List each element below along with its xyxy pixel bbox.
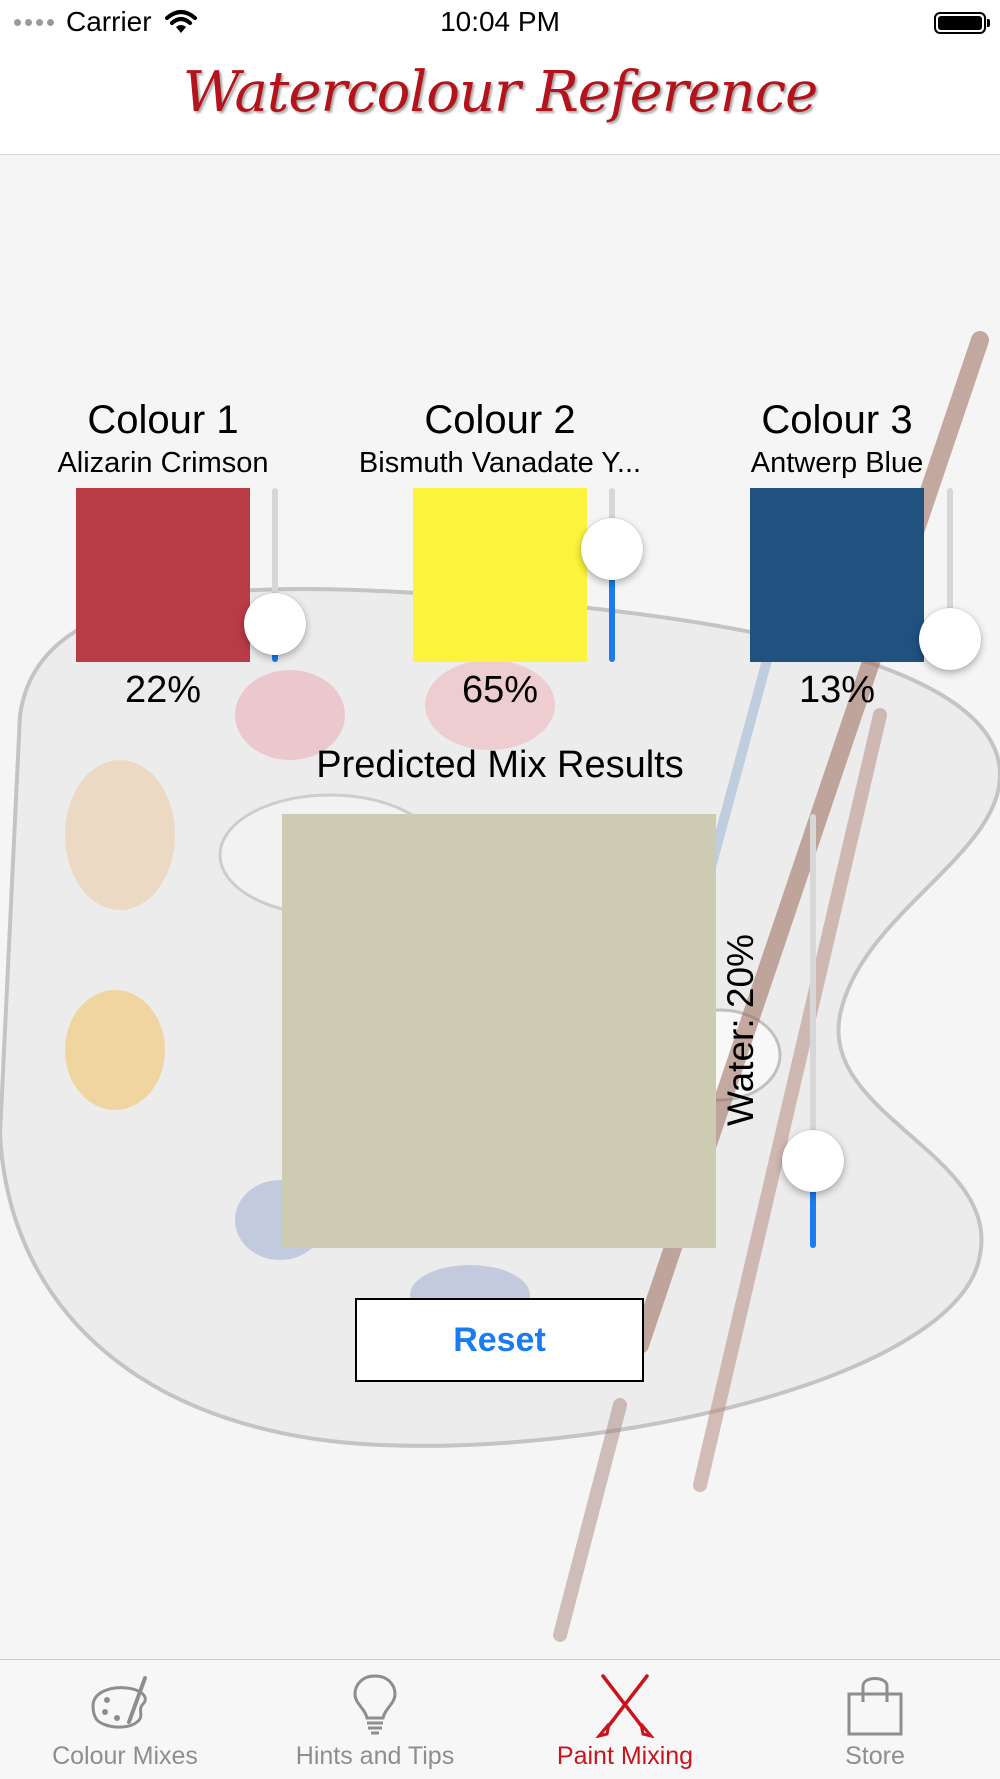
- palette-icon: [91, 1676, 147, 1729]
- crossed-brushes-icon: [595, 1674, 655, 1738]
- tab-label: Paint Mixing: [556, 1742, 694, 1770]
- mix-result-swatch: [282, 814, 716, 1248]
- tab-bar: Colour Mixes Hints and Tips Paint Mixing…: [0, 1659, 1000, 1779]
- colour-2-name[interactable]: Bismuth Vanadate Y...: [335, 447, 665, 480]
- water-slider[interactable]: [782, 814, 844, 1248]
- app-title: Watercolour Reference: [182, 60, 818, 125]
- tab-hints-and-tips[interactable]: Hints and Tips: [250, 1660, 500, 1779]
- tab-label: Store: [845, 1742, 905, 1770]
- colour-1-slider[interactable]: [244, 488, 306, 662]
- tab-colour-mixes[interactable]: Colour Mixes: [0, 1660, 250, 1779]
- tab-label: Colour Mixes: [52, 1742, 198, 1770]
- colour-1-swatch[interactable]: [76, 488, 250, 662]
- lightbulb-icon: [353, 1674, 397, 1735]
- colour-2-slider[interactable]: [581, 488, 643, 662]
- colour-2-percent: 65%: [461, 669, 539, 711]
- reset-button[interactable]: Reset: [355, 1298, 644, 1382]
- clock: 10:04 PM: [440, 6, 560, 37]
- status-bar: Carrier 10:04 PM: [0, 0, 1000, 48]
- tab-store[interactable]: Store: [750, 1660, 1000, 1779]
- slider-thumb[interactable]: [581, 517, 643, 580]
- water-label: Water: 20%: [720, 934, 761, 1126]
- colour-3-slider[interactable]: [919, 488, 981, 671]
- colour-3-swatch[interactable]: [750, 488, 924, 662]
- colour-2-swatch[interactable]: [413, 488, 587, 662]
- colour-1-percent: 22%: [124, 669, 202, 711]
- slider-thumb[interactable]: [919, 608, 981, 671]
- tab-label: Hints and Tips: [295, 1742, 455, 1770]
- colour-3-percent: 13%: [798, 669, 876, 711]
- slider-thumb[interactable]: [244, 592, 306, 655]
- shopping-bag-icon: [847, 1677, 903, 1736]
- app-header: Watercolour Reference: [0, 48, 1000, 155]
- colour-3-name[interactable]: Antwerp Blue: [672, 447, 1000, 480]
- predicted-mix-label: Predicted Mix Results: [316, 744, 684, 786]
- colour-1-name[interactable]: Alizarin Crimson: [0, 447, 328, 480]
- tab-paint-mixing[interactable]: Paint Mixing: [500, 1660, 750, 1779]
- slider-thumb[interactable]: [782, 1130, 844, 1193]
- colour-1-title: Colour 1: [87, 398, 239, 442]
- colour-2-title: Colour 2: [424, 398, 576, 442]
- colour-3-title: Colour 3: [761, 398, 913, 442]
- battery-icon: [934, 12, 990, 34]
